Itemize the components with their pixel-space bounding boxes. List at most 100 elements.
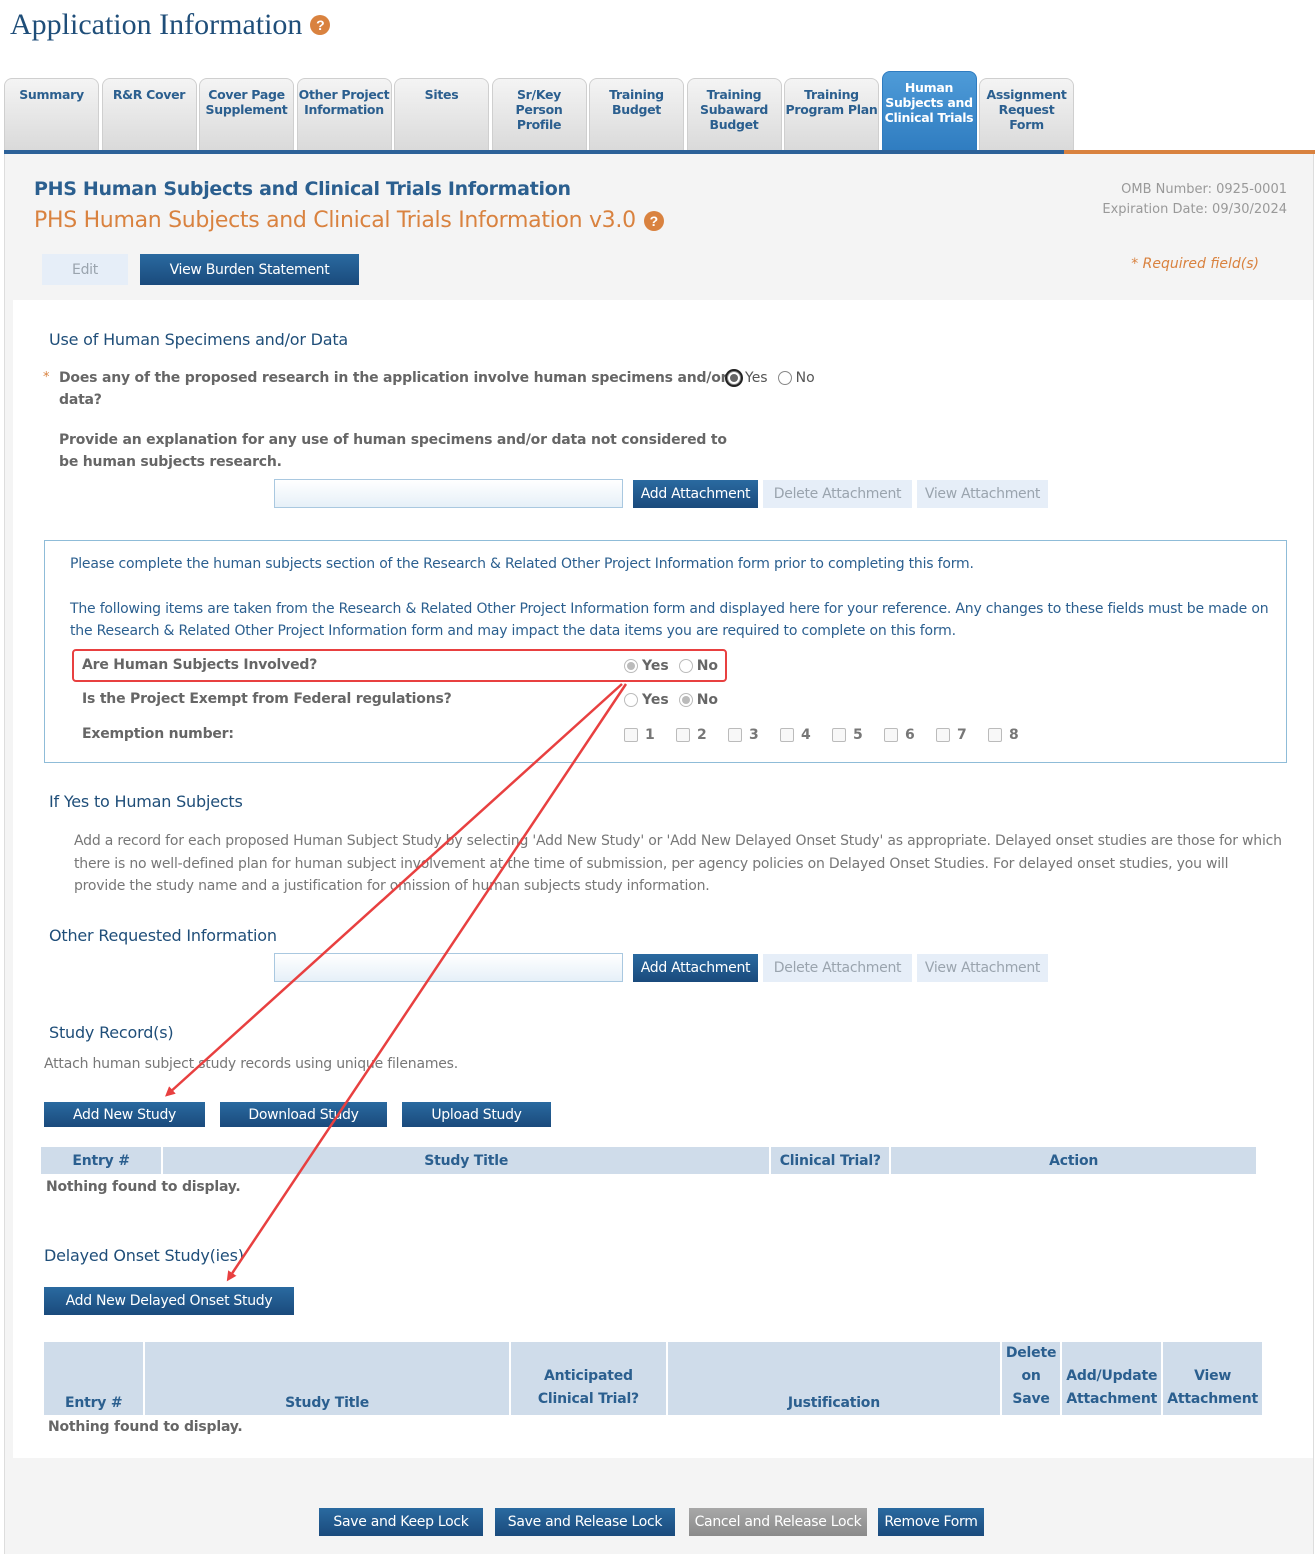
view-burden-statement-button[interactable]: View Burden Statement [140, 254, 359, 285]
radio-no-label: No [696, 692, 719, 708]
tab-sr-key-person-profile[interactable]: Sr/Key Person Profile [491, 78, 587, 152]
form-body: Use of Human Specimens and/or Data * Doe… [13, 300, 1313, 1458]
explanation-line: be human subjects research. [59, 454, 282, 470]
view-attachment-button[interactable]: View Attachment [917, 954, 1048, 982]
specimens-radio-group: Yes No [727, 370, 825, 386]
table-header-row: Entry # Study Title Clinical Trial? Acti… [41, 1147, 1256, 1174]
instruction-line: there is no well-defined plan for human … [74, 855, 1229, 872]
tab-training-subaward-budget[interactable]: Training Subaward Budget [686, 78, 782, 152]
specimens-question: Does any of the proposed research in the… [59, 367, 728, 411]
empty-message: Nothing found to display. [46, 1179, 241, 1195]
checkbox-label: 6 [905, 727, 915, 743]
reference-info-line: the Research & Related Other Project Inf… [70, 623, 956, 639]
omb-number: OMB Number: 0925-0001 [1121, 182, 1287, 197]
form-title: PHS Human Subjects and Clinical Trials I… [34, 178, 571, 200]
column-header-entry[interactable]: Entry # [44, 1342, 144, 1415]
exempt-radio-group: Yes No [624, 692, 728, 708]
column-header-clinical-trial[interactable]: Clinical Trial? [771, 1147, 890, 1174]
section-heading-other-info: Other Requested Information [49, 926, 277, 945]
other-info-file-input[interactable] [274, 953, 623, 982]
study-records-description: Attach human subject study records using… [44, 1056, 459, 1072]
upload-study-button[interactable]: Upload Study [402, 1102, 551, 1127]
exempt-question: Is the Project Exempt from Federal regul… [82, 691, 452, 707]
question-line: data? [59, 392, 102, 408]
expiration-date: Expiration Date: 09/30/2024 [1102, 202, 1287, 217]
tab-other-project-information[interactable]: Other Project Information [296, 78, 392, 152]
tab-summary[interactable]: Summary [4, 78, 99, 152]
exemption-option: 6 [884, 727, 936, 743]
reference-note: Please complete the human subjects secti… [70, 556, 974, 572]
section-heading-delayed-onset: Delayed Onset Study(ies) [44, 1246, 244, 1265]
omb-info: OMB Number: 0925-0001 Expiration Date: 0… [1102, 180, 1287, 220]
delete-attachment-button[interactable]: Delete Attachment [763, 954, 912, 982]
add-new-study-button[interactable]: Add New Study [44, 1102, 205, 1127]
section-heading-if-yes: If Yes to Human Subjects [49, 792, 243, 811]
column-header-view-attachment: View Attachment [1163, 1342, 1262, 1415]
column-header-add-update-attachment: Add/Update Attachment [1062, 1342, 1162, 1415]
specimens-file-input[interactable] [274, 479, 623, 508]
exemption-number-label: Exemption number: [82, 726, 234, 742]
page-title: Application Information ? [10, 8, 331, 42]
reference-info-line: The following items are taken from the R… [70, 601, 1269, 617]
radio-yes-label: Yes [642, 692, 669, 708]
checkbox [676, 728, 690, 742]
download-study-button[interactable]: Download Study [220, 1102, 387, 1127]
required-marker: * [43, 370, 50, 385]
form-subtitle-text: PHS Human Subjects and Clinical Trials I… [34, 208, 636, 233]
checkbox [624, 728, 638, 742]
form-subtitle: PHS Human Subjects and Clinical Trials I… [34, 208, 664, 233]
column-header-entry[interactable]: Entry # [41, 1147, 162, 1174]
help-icon[interactable]: ? [310, 15, 331, 35]
checkbox [884, 728, 898, 742]
instruction-line: provide the study name and a justificati… [74, 878, 710, 894]
reference-info: The following items are taken from the R… [70, 598, 1269, 642]
section-heading-study-records: Study Record(s) [49, 1023, 174, 1042]
checkbox-label: 4 [801, 727, 811, 743]
save-and-release-lock-button[interactable]: Save and Release Lock [495, 1508, 675, 1536]
exemption-option: 1 [624, 727, 676, 743]
cancel-and-release-lock-button[interactable]: Cancel and Release Lock [689, 1508, 867, 1536]
remove-form-button[interactable]: Remove Form [878, 1508, 984, 1536]
required-note: * Required field(s) [1131, 256, 1259, 272]
tab-training-budget[interactable]: Training Budget [589, 78, 684, 152]
checkbox-label: 5 [853, 727, 863, 743]
specimens-explanation-label: Provide an explanation for any use of hu… [59, 429, 727, 473]
add-new-delayed-onset-study-button[interactable]: Add New Delayed Onset Study [44, 1287, 294, 1315]
column-header-justification[interactable]: Justification [668, 1342, 1000, 1415]
table-header-row: Entry # Study Title Anticipated Clinical… [44, 1342, 1262, 1415]
column-header-action: Action [891, 1147, 1256, 1174]
tab-assignment-request-form[interactable]: Assignment Request Form [979, 78, 1074, 152]
checkbox-label: 1 [645, 727, 655, 743]
checkbox [780, 728, 794, 742]
checkbox-label: 3 [749, 727, 759, 743]
checkbox [988, 728, 1002, 742]
edit-button[interactable]: Edit [42, 254, 128, 285]
instruction-line: Add a record for each proposed Human Sub… [74, 833, 1282, 849]
radio-no[interactable] [777, 371, 792, 385]
form-tabs: Summary R&R Cover Cover Page Supplement … [4, 71, 1077, 152]
exemption-option: 4 [780, 727, 832, 743]
view-attachment-button[interactable]: View Attachment [917, 480, 1048, 508]
explanation-line: Provide an explanation for any use of hu… [59, 432, 727, 448]
add-attachment-button[interactable]: Add Attachment [633, 954, 758, 982]
column-header-anticipated-clinical-trial[interactable]: Anticipated Clinical Trial? [510, 1342, 667, 1415]
tab-training-program-plan[interactable]: Training Program Plan [784, 78, 879, 152]
delayed-onset-table: Entry # Study Title Anticipated Clinical… [42, 1342, 1264, 1415]
radio-yes[interactable] [727, 371, 741, 385]
add-attachment-button[interactable]: Add Attachment [633, 480, 758, 508]
exemption-option: 8 [988, 727, 1040, 743]
save-and-keep-lock-button[interactable]: Save and Keep Lock [319, 1508, 483, 1536]
tab-cover-page-supplement[interactable]: Cover Page Supplement [199, 78, 294, 152]
exemption-option: 2 [676, 727, 728, 743]
tab-sites[interactable]: Sites [394, 78, 489, 152]
exemption-option: 5 [832, 727, 884, 743]
tab-human-subjects-clinical-trials[interactable]: Human Subjects and Clinical Trials [881, 71, 977, 152]
column-header-study-title[interactable]: Study Title [163, 1147, 770, 1174]
column-header-study-title[interactable]: Study Title [145, 1342, 509, 1415]
radio-yes [624, 693, 638, 707]
tab-rr-cover[interactable]: R&R Cover [101, 78, 197, 152]
delete-attachment-button[interactable]: Delete Attachment [763, 480, 912, 508]
checkbox [832, 728, 846, 742]
help-icon[interactable]: ? [643, 210, 664, 231]
annotation-highlight-box [72, 649, 727, 682]
